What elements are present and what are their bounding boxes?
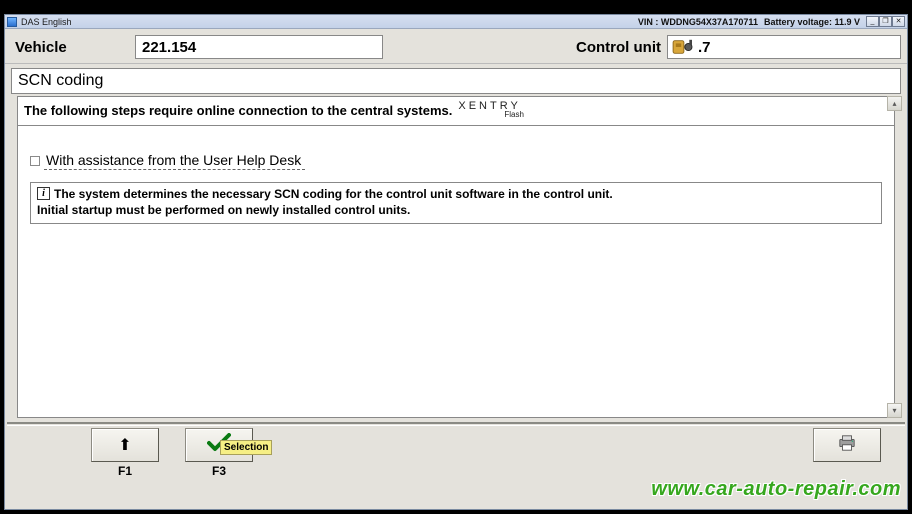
helpdesk-checkbox-label: With assistance from the User Help Desk <box>44 152 305 170</box>
scroll-down-button[interactable]: ▾ <box>887 403 902 418</box>
up-arrow-icon: ⬆ <box>118 435 131 455</box>
info-box: i The system determines the necessary SC… <box>30 182 882 224</box>
steps-text: The following steps require online conne… <box>24 103 452 118</box>
fkey-bar: ⬆ F1 F3 Selection <box>5 426 907 488</box>
control-unit-icon <box>672 38 694 56</box>
info-text-1: The system determines the necessary SCN … <box>54 187 613 201</box>
selection-tooltip: Selection <box>220 440 272 455</box>
control-unit-label: Control unit <box>576 39 661 56</box>
vehicle-value: 221.154 <box>142 39 196 56</box>
info-icon: i <box>37 187 50 200</box>
app-title: DAS English <box>21 17 72 27</box>
section-title: SCN coding <box>11 68 901 94</box>
xentry-logo-sub: Flash <box>504 111 524 119</box>
header-row: Vehicle 221.154 Control unit .7 <box>5 29 907 64</box>
f3-label: F3 <box>183 464 255 478</box>
content-scrollbar[interactable]: ▴ ▾ <box>887 96 902 418</box>
helpdesk-checkbox-row[interactable]: With assistance from the User Help Desk <box>30 152 886 170</box>
xentry-logo: XENTRY Flash <box>458 101 524 119</box>
steps-bar: The following steps require online conne… <box>18 97 894 126</box>
printer-icon <box>836 434 858 457</box>
helpdesk-checkbox[interactable] <box>30 156 40 166</box>
vehicle-field: 221.154 <box>135 35 383 59</box>
app-icon <box>7 17 17 27</box>
minimize-button[interactable]: _ <box>866 16 879 27</box>
app-window: DAS English VIN : WDDNG54X37A170711 Batt… <box>4 14 908 510</box>
control-unit-value: .7 <box>698 39 711 56</box>
print-button[interactable] <box>811 428 883 478</box>
content-panel: The following steps require online conne… <box>17 96 895 418</box>
f1-label: F1 <box>89 464 161 478</box>
vehicle-label: Vehicle <box>11 39 135 56</box>
maximize-button[interactable]: ❐ <box>879 16 892 27</box>
titlebar: DAS English VIN : WDDNG54X37A170711 Batt… <box>5 15 907 29</box>
info-text-2: Initial startup must be performed on new… <box>37 203 875 217</box>
f1-button[interactable]: ⬆ F1 <box>89 428 161 478</box>
close-button[interactable]: ✕ <box>892 16 905 27</box>
vin-label: VIN : WDDNG54X37A170711 <box>638 17 758 27</box>
scroll-up-button[interactable]: ▴ <box>887 96 902 111</box>
control-unit-field: .7 <box>667 35 901 59</box>
battery-label: Battery voltage: 11.9 V <box>764 17 860 27</box>
